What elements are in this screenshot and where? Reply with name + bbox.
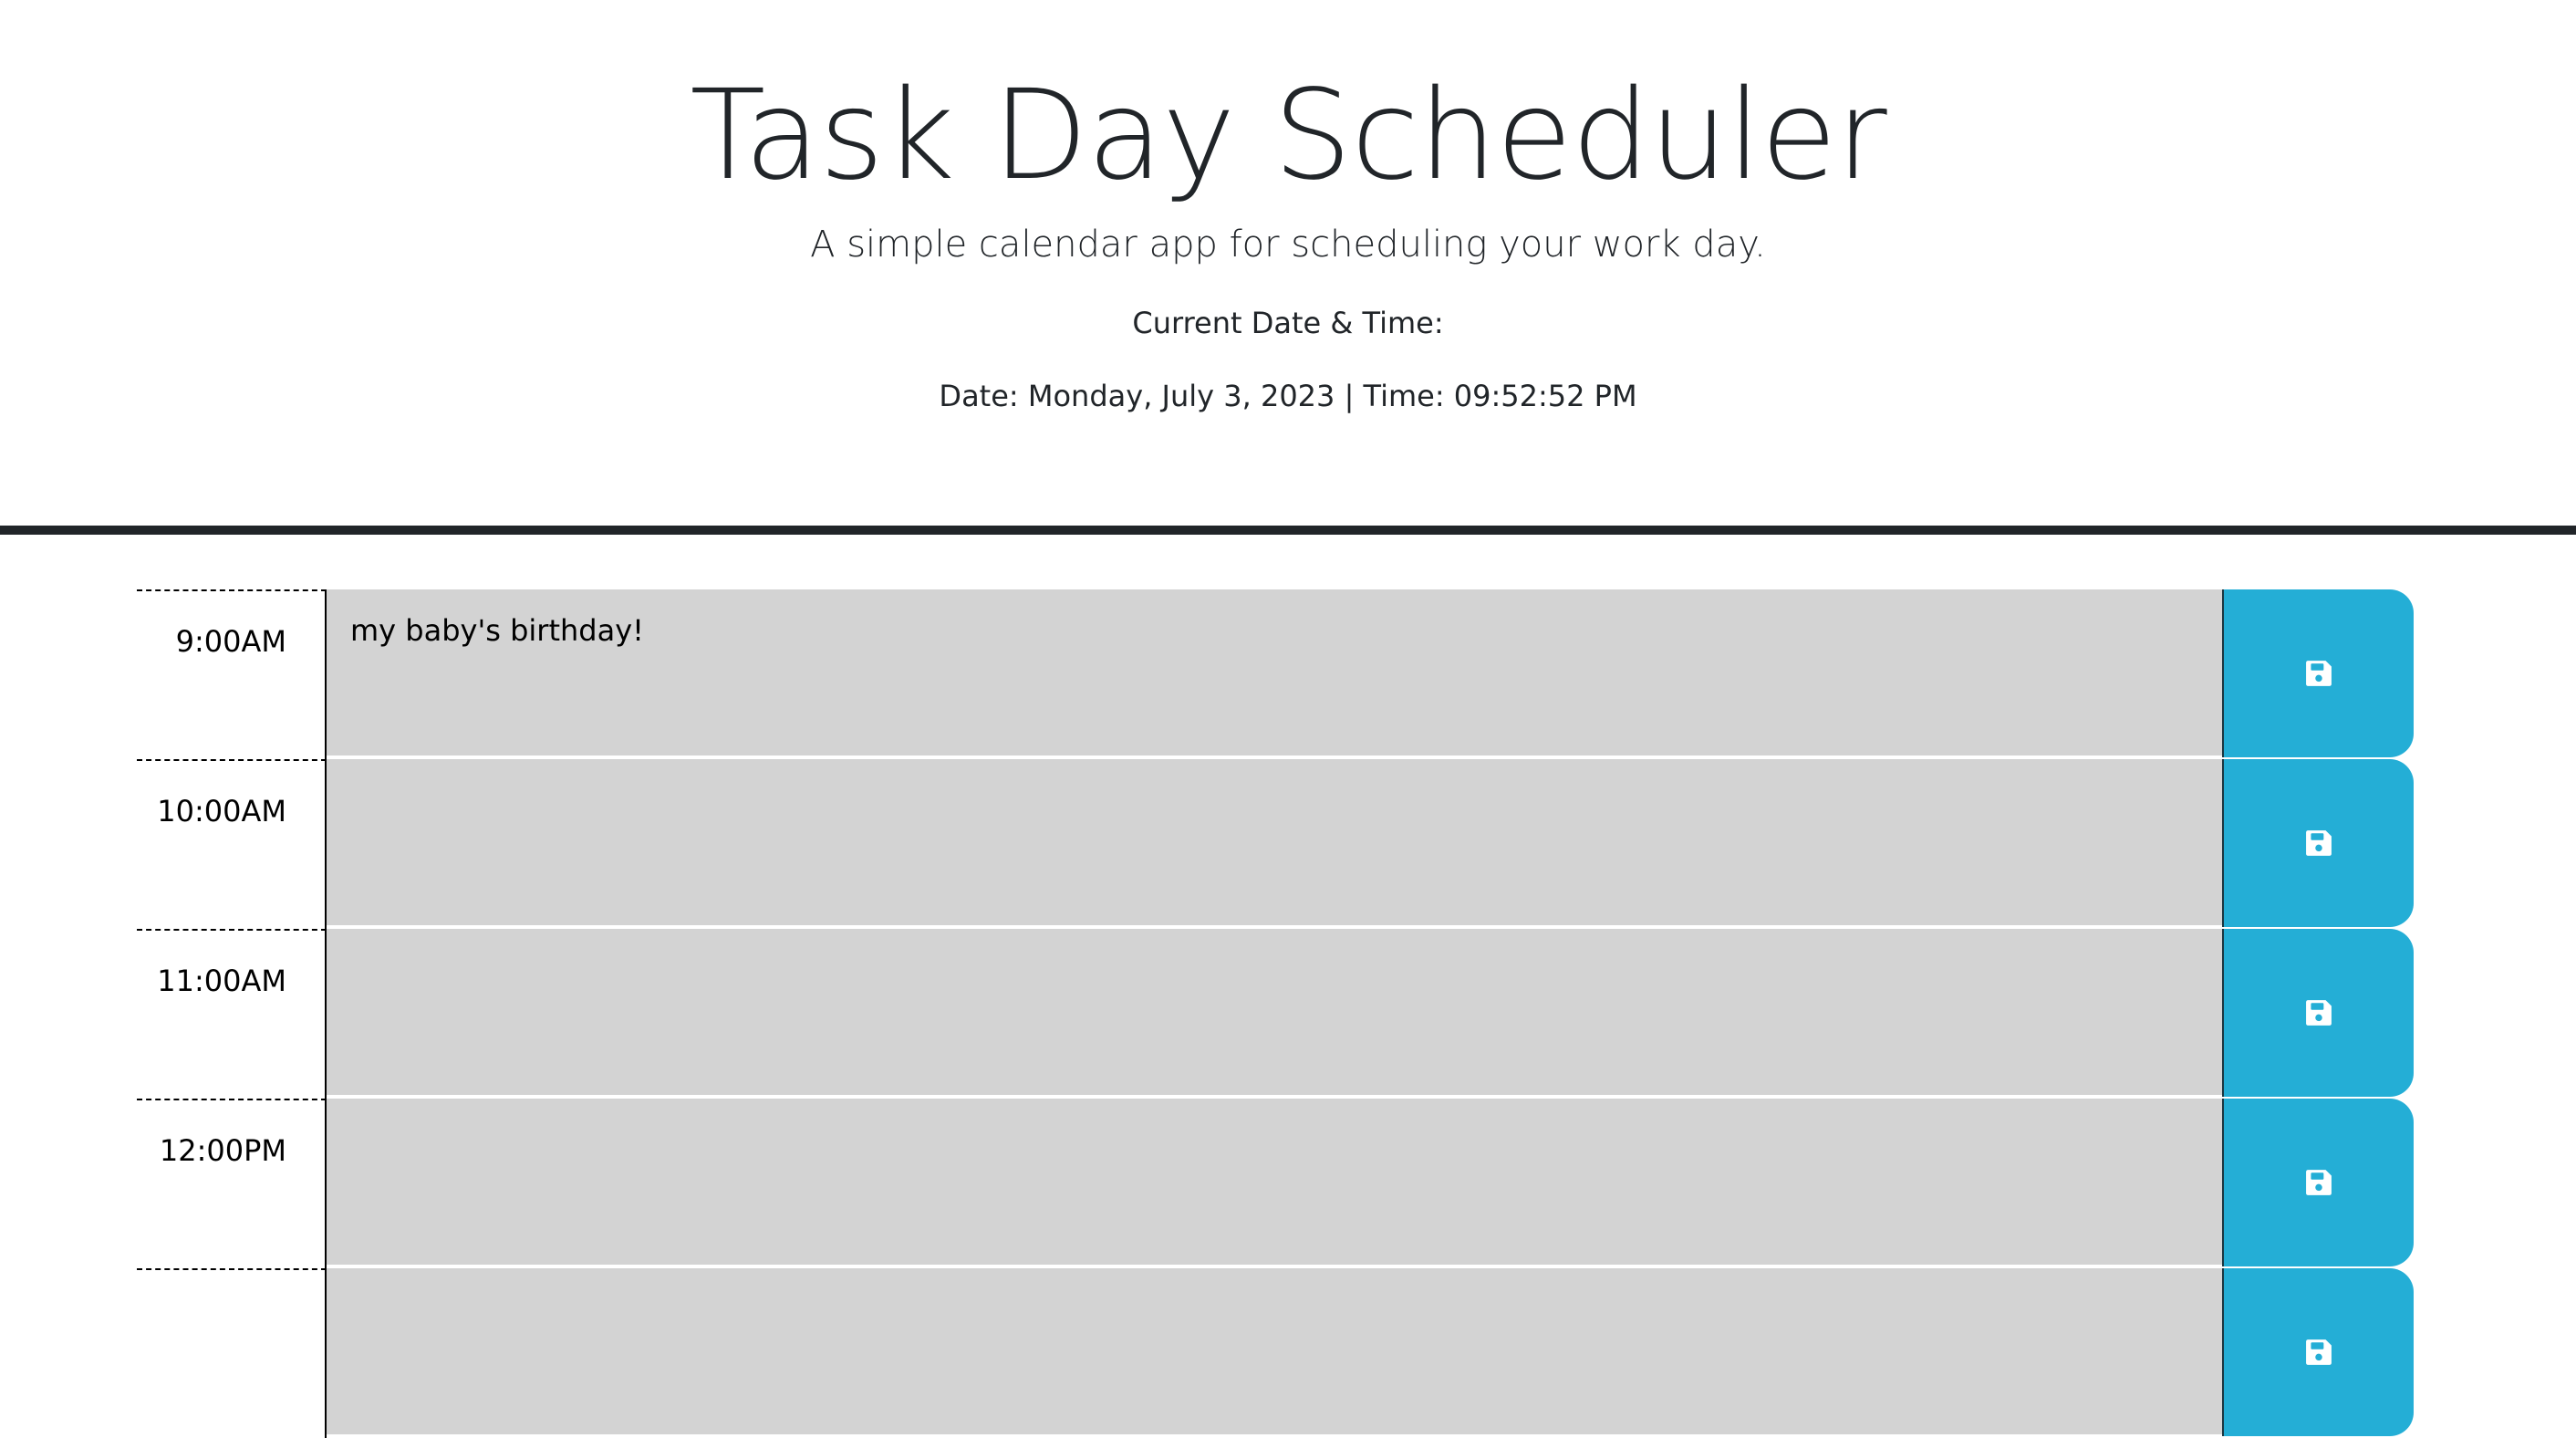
header: Task Day Scheduler A simple calendar app… [0,0,2576,535]
page-subtitle: A simple calendar app for scheduling you… [810,224,1766,266]
time-block-row [137,1268,2414,1438]
hour-label [137,1268,327,1438]
task-input[interactable] [327,759,2222,927]
floppy-disk-icon [2306,1170,2332,1195]
time-block-row: 9:00AM my baby's birthday! [137,589,2414,759]
task-input[interactable] [327,929,2222,1097]
time-block-row: 12:00PM [137,1099,2414,1268]
save-button[interactable] [2222,1268,2414,1436]
schedule-container: 9:00AM my baby's birthday! 10:00AM 11:00… [137,589,2414,1438]
page-title: Task Day Scheduler [690,64,1886,208]
task-input[interactable]: my baby's birthday! [327,589,2222,757]
floppy-disk-icon [2306,1000,2332,1026]
hour-label: 11:00AM [137,929,327,1099]
floppy-disk-icon [2306,661,2332,686]
save-button[interactable] [2222,929,2414,1097]
save-button[interactable] [2222,759,2414,927]
task-input[interactable] [327,1268,2222,1436]
floppy-disk-icon [2306,830,2332,856]
time-block-row: 11:00AM [137,929,2414,1099]
hour-label: 9:00AM [137,589,327,759]
hour-label: 10:00AM [137,759,327,929]
current-datetime-label: Current Date & Time: [1132,306,1444,340]
hour-label: 12:00PM [137,1099,327,1268]
current-datetime-value: Date: Monday, July 3, 2023 | Time: 09:52… [939,379,1637,413]
save-button[interactable] [2222,1099,2414,1266]
floppy-disk-icon [2306,1339,2332,1365]
task-input[interactable] [327,1099,2222,1266]
time-block-row: 10:00AM [137,759,2414,929]
save-button[interactable] [2222,589,2414,757]
